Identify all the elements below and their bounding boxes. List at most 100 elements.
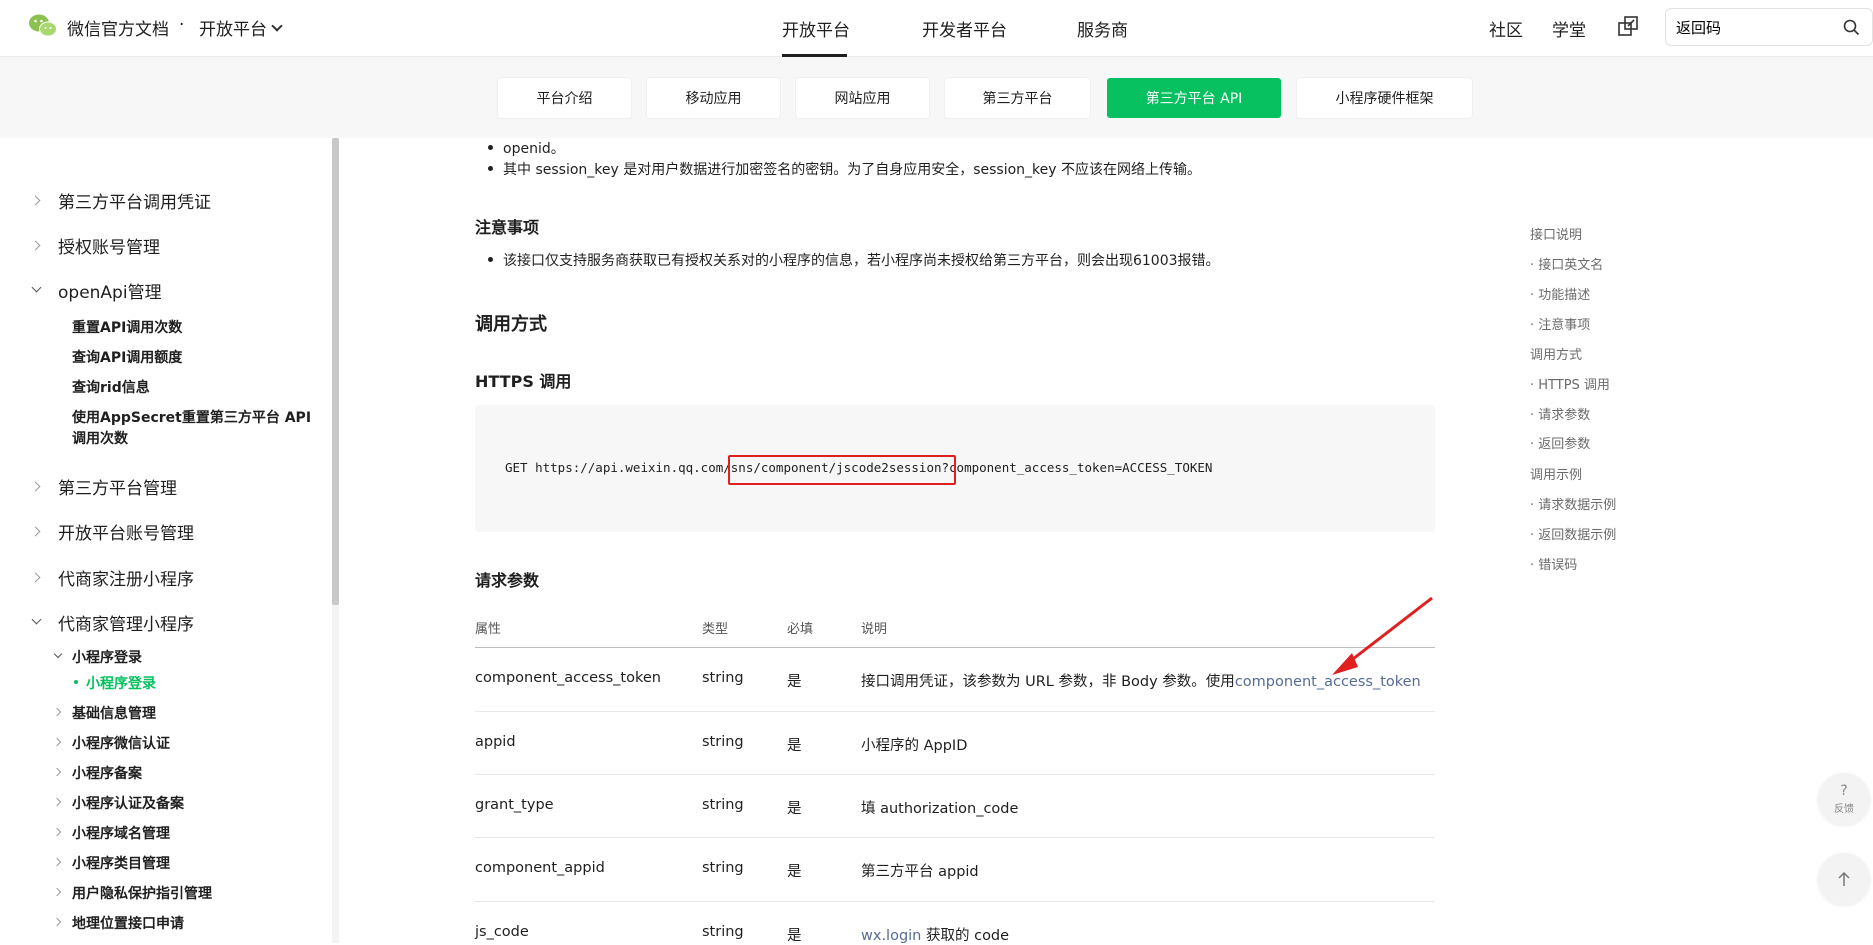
tab-mobile-app[interactable]: 移动应用 [647, 78, 780, 118]
sidebar-item-cert-and-filing[interactable]: 小程序认证及备案 [72, 793, 184, 813]
code-prefix: GET https://api.weixin.qq.com [505, 460, 724, 475]
search-icon[interactable] [1843, 19, 1860, 36]
sidebar-item-privacy-guide[interactable]: 用户隐私保护指引管理 [72, 883, 212, 903]
sidebar-item-category-mgmt[interactable]: 小程序类目管理 [72, 853, 170, 873]
arrow-up-icon [1838, 871, 1850, 886]
sidebar-item-query-rid[interactable]: 查询rid信息 [72, 377, 150, 397]
table-cell-type: string [702, 797, 744, 813]
link-component-access-token[interactable]: component_access_token [1235, 674, 1421, 690]
table-cell-type: string [702, 734, 744, 750]
heading-notice: 注意事项 [475, 218, 540, 237]
heading-https-call: HTTPS 调用 [475, 372, 572, 391]
content-bullet-notice: 该接口仅支持服务商获取已有授权关系对的小程序的信息，若小程序尚未授权给第三方平台… [488, 250, 1220, 270]
tab-hardware-framework[interactable]: 小程序硬件框架 [1297, 78, 1472, 118]
tab-website-app[interactable]: 网站应用 [796, 78, 929, 118]
table-cell-desc: 填 authorization_code [861, 801, 1019, 817]
toc-item-call-method[interactable]: 调用方式 [1530, 344, 1582, 363]
sidebar-item-wechat-cert[interactable]: 小程序微信认证 [72, 733, 170, 753]
chevron-right-icon [52, 737, 62, 747]
sidebar-item-domain-mgmt[interactable]: 小程序域名管理 [72, 823, 170, 843]
chevron-right-icon [52, 827, 62, 837]
annotation-arrow-icon [1332, 596, 1433, 675]
toc-item-error-codes[interactable]: · 错误码 [1530, 554, 1577, 573]
top-navbar: 微信官方文档 · 开放平台 开放平台 开发者平台 服务商 社区 学堂 [0, 0, 1873, 57]
toc-item-function[interactable]: · 功能描述 [1530, 284, 1590, 303]
sidebar-item-miniprogram-login[interactable]: 小程序登录 [72, 647, 142, 667]
chevron-right-icon [52, 917, 62, 927]
platform-switcher[interactable]: 开放平台 [199, 15, 283, 40]
link-wx-login[interactable]: wx.login [861, 928, 921, 944]
wechat-logo-icon[interactable] [28, 13, 58, 39]
chevron-down-icon [31, 614, 42, 625]
table-cell-desc-text: 接口调用凭证，该参数为 URL 参数，非 Body 参数。使用 [861, 674, 1235, 690]
search-input[interactable] [1676, 18, 1836, 36]
sidebar-item-open-account[interactable]: 开放平台账号管理 [58, 519, 194, 544]
sidebar-item-register-miniprogram[interactable]: 代商家注册小程序 [58, 565, 194, 590]
table-header-type: 类型 [702, 622, 729, 637]
left-sidebar: 第三方平台调用凭证 授权账号管理 openApi管理 重置API调用次数 查询A… [0, 138, 340, 943]
chevron-right-icon [52, 767, 62, 777]
back-to-top-button[interactable] [1818, 853, 1870, 905]
chevron-right-icon [30, 481, 41, 492]
table-header-name: 属性 [475, 622, 502, 637]
sidebar-item-openapi[interactable]: openApi管理 [58, 278, 162, 303]
sidebar-item-reset-api-quota[interactable]: 重置API调用次数 [72, 317, 182, 337]
nav-academy[interactable]: 学堂 [1552, 16, 1586, 41]
sidebar-item-basic-info[interactable]: 基础信息管理 [72, 703, 156, 723]
heading-request-params: 请求参数 [475, 571, 540, 590]
toc-item-response-example[interactable]: · 返回数据示例 [1530, 524, 1616, 543]
search-box[interactable] [1665, 8, 1873, 46]
toc-item-call-example[interactable]: 调用示例 [1530, 464, 1582, 483]
tab-third-party-api[interactable]: 第三方平台 API [1107, 78, 1281, 118]
table-cell-name: appid [475, 734, 516, 750]
chevron-right-icon [30, 195, 41, 206]
chevron-right-icon [52, 797, 62, 807]
feedback-label: 反馈 [1834, 803, 1854, 815]
sidebar-item-auth-accounts[interactable]: 授权账号管理 [58, 233, 160, 258]
table-cell-type: string [702, 924, 744, 940]
mini-program-icon[interactable] [1617, 15, 1639, 37]
sidebar-item-location-api[interactable]: 地理位置接口申请 [72, 913, 184, 933]
table-cell-name: component_access_token [475, 670, 661, 686]
sidebar-item-filing[interactable]: 小程序备案 [72, 763, 142, 783]
nav-developer-platform[interactable]: 开发者平台 [922, 16, 1007, 41]
toc-item-api-desc[interactable]: 接口说明 [1530, 224, 1582, 243]
sub-navbar: 平台介绍 移动应用 网站应用 第三方平台 第三方平台 API 小程序硬件框架 [0, 57, 1873, 138]
table-cell-type: string [702, 670, 744, 686]
nav-open-platform[interactable]: 开放平台 [782, 16, 850, 41]
chevron-down-icon [53, 649, 63, 659]
toc-item-notice[interactable]: · 注意事项 [1530, 314, 1590, 333]
chevron-right-icon [52, 707, 62, 717]
chevron-down-icon [271, 19, 283, 32]
toc-item-api-name[interactable]: · 接口英文名 [1530, 254, 1603, 273]
table-cell-desc: wx.login 获取的 code [861, 924, 1009, 945]
toc-item-https[interactable]: · HTTPS 调用 [1530, 374, 1610, 393]
tab-platform-intro[interactable]: 平台介绍 [498, 78, 631, 118]
code-query: ?component_access_token=ACCESS_TOKEN [941, 460, 1213, 475]
heading-call-method: 调用方式 [475, 314, 547, 335]
sidebar-item-query-api-quota[interactable]: 查询API调用额度 [72, 347, 182, 367]
toc-item-request-example[interactable]: · 请求数据示例 [1530, 494, 1616, 513]
brand-separator: · [179, 15, 185, 35]
toc-item-request-params[interactable]: · 请求参数 [1530, 404, 1590, 423]
table-cell-desc: 第三方平台 appid [861, 864, 979, 880]
sidebar-item-appsecret-reset[interactable]: 使用AppSecret重置第三方平台 API [72, 407, 311, 427]
sidebar-scrollbar-thumb[interactable] [332, 138, 339, 605]
table-cell-name: grant_type [475, 797, 554, 813]
sidebar-item-credentials[interactable]: 第三方平台调用凭证 [58, 188, 211, 213]
brand-title[interactable]: 微信官方文档 [67, 15, 169, 40]
chevron-right-icon [30, 526, 41, 537]
sidebar-item-manage-miniprogram[interactable]: 代商家管理小程序 [58, 610, 194, 635]
chevron-right-icon [52, 857, 62, 867]
content-bullet-session-key: 其中 session_key 是对用户数据进行加密签名的密钥。为了自身应用安全，… [487, 159, 1201, 179]
toc-item-response-params[interactable]: · 返回参数 [1530, 433, 1590, 452]
sidebar-item-platform-mgmt[interactable]: 第三方平台管理 [58, 474, 177, 499]
nav-community[interactable]: 社区 [1489, 16, 1523, 41]
sidebar-item-appsecret-reset-line2[interactable]: 调用次数 [72, 428, 128, 448]
annotation-highlight-box [728, 455, 956, 485]
nav-service-provider[interactable]: 服务商 [1077, 16, 1128, 41]
tab-third-party-platform[interactable]: 第三方平台 [945, 78, 1090, 118]
feedback-button[interactable]: ? 反馈 [1818, 773, 1870, 825]
sidebar-item-miniprogram-login-active[interactable]: 小程序登录 [86, 673, 156, 693]
table-cell-required: 是 [787, 801, 802, 817]
